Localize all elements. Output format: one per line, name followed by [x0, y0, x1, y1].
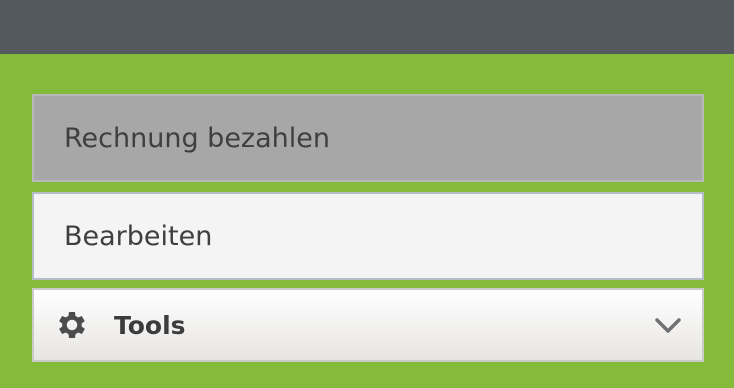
pay-bill-button[interactable]: Rechnung bezahlen — [32, 94, 704, 182]
gear-icon — [59, 311, 85, 339]
edit-label: Bearbeiten — [64, 220, 213, 252]
tools-label: Tools — [114, 310, 186, 340]
pay-bill-label: Rechnung bezahlen — [64, 122, 330, 154]
top-bar — [0, 0, 734, 54]
tools-dropdown-button[interactable]: Tools — [32, 288, 704, 362]
edit-button[interactable]: Bearbeiten — [32, 192, 704, 280]
chevron-down-icon — [655, 318, 681, 333]
